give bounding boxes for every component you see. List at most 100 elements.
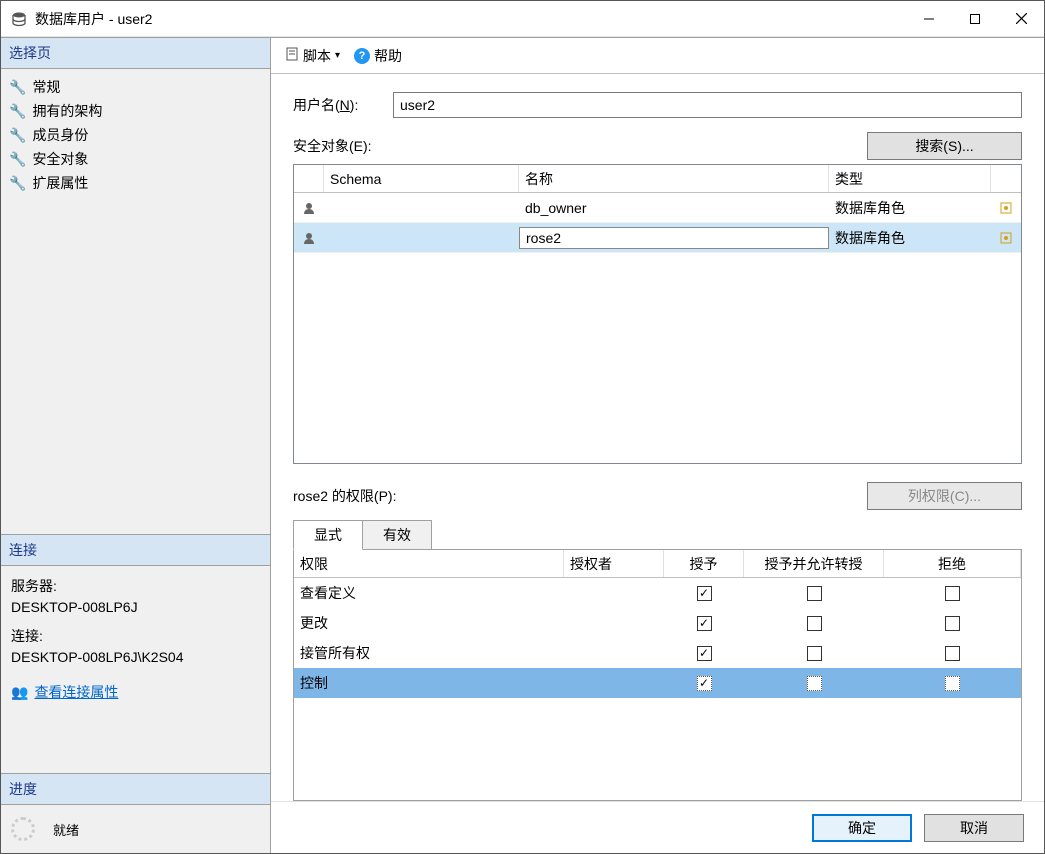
maximize-button[interactable] — [952, 1, 998, 37]
page-securables[interactable]: 🔧安全对象 — [9, 147, 262, 171]
deny-checkbox[interactable] — [945, 616, 960, 631]
col-grant[interactable]: 授予 — [664, 550, 744, 577]
deny-checkbox[interactable] — [945, 646, 960, 661]
securables-grid-header: Schema 名称 类型 — [294, 165, 1021, 193]
dropdown-arrow-icon: ▾ — [335, 50, 340, 61]
wrench-icon: 🔧 — [9, 151, 26, 168]
col-type[interactable]: 类型 — [829, 165, 991, 192]
server-label: 服务器: — [11, 576, 260, 597]
page-general[interactable]: 🔧常规 — [9, 75, 262, 99]
sidebar-gap — [1, 713, 270, 773]
username-label: 用户名(N): — [293, 95, 393, 115]
permissions-area: rose2 的权限(P): 列权限(C)... 显式 有效 权限 授权者 — [293, 482, 1022, 801]
connection-value: DESKTOP-008LP6J\K2S04 — [11, 647, 260, 668]
progress-status: 就绪 — [53, 820, 79, 839]
permissions-label: rose2 的权限(P): — [293, 486, 867, 506]
deny-checkbox[interactable] — [945, 586, 960, 601]
permission-row[interactable]: 查看定义✓ — [294, 578, 1021, 608]
script-button[interactable]: 脚本 ▾ — [281, 44, 344, 68]
permission-row[interactable]: 接管所有权 ✓ — [294, 638, 1021, 668]
col-grantor[interactable]: 授权者 — [564, 550, 664, 577]
securable-row[interactable]: db_owner 数据库角色 — [294, 193, 1021, 223]
cancel-button[interactable]: 取消 — [924, 814, 1024, 842]
dialog-footer: 确定 取消 — [271, 801, 1044, 853]
property-icon — [991, 199, 1021, 217]
column-permissions-button: 列权限(C)... — [867, 482, 1022, 510]
col-permission[interactable]: 权限 — [294, 550, 564, 577]
script-icon — [285, 47, 299, 64]
wrench-icon: 🔧 — [9, 175, 26, 192]
search-button[interactable]: 搜索(S)... — [867, 132, 1022, 160]
wrench-icon: 🔧 — [9, 127, 26, 144]
grant-checkbox[interactable]: ✓ — [697, 616, 712, 631]
permission-row[interactable]: 控制 ✓ — [294, 668, 1021, 698]
window-controls — [906, 1, 1044, 37]
securables-grid[interactable]: Schema 名称 类型 db_owner 数据库角色 — [293, 164, 1022, 464]
permission-rows: 查看定义✓ 更改 ✓ 接管所有权 ✓ 控制 ✓ — [294, 578, 1021, 698]
server-value: DESKTOP-008LP6J — [11, 597, 260, 618]
wrench-icon: 🔧 — [9, 79, 26, 96]
close-button[interactable] — [998, 1, 1044, 37]
permissions-grid: 权限 授权者 授予 授予并允许转授 拒绝 查看定义✓ 更改 ✓ 接管所有权 ✓ 控制 ✓ — [293, 549, 1022, 801]
securable-row[interactable]: rose2 数据库角色 — [294, 223, 1021, 253]
permissions-grid-header: 权限 授权者 授予 授予并允许转授 拒绝 — [294, 550, 1021, 578]
with-grant-checkbox[interactable] — [807, 616, 822, 631]
progress-body: 就绪 — [1, 805, 270, 853]
content-area: 用户名(N): 安全对象(E): 搜索(S)... Schema — [271, 74, 1044, 801]
main-panel: 脚本 ▾ ? 帮助 用户名(N): 安全对象(E): — [271, 38, 1044, 853]
sidebar: 选择页 🔧常规 🔧拥有的架构 🔧成员身份 🔧安全对象 🔧扩展属性 连接 服务器:… — [1, 38, 271, 853]
window-title: 数据库用户 - user2 — [35, 9, 906, 29]
perm-grantor — [564, 621, 664, 625]
with-grant-checkbox[interactable] — [807, 586, 822, 601]
help-button[interactable]: ? 帮助 — [350, 44, 406, 68]
grant-checkbox[interactable]: ✓ — [697, 586, 712, 601]
grant-checkbox[interactable]: ✓ — [697, 676, 712, 691]
page-extended-properties[interactable]: 🔧扩展属性 — [9, 171, 262, 195]
col-deny[interactable]: 拒绝 — [884, 550, 1021, 577]
tab-explicit[interactable]: 显式 — [293, 520, 363, 550]
tab-effective[interactable]: 有效 — [362, 520, 432, 550]
permission-row[interactable]: 更改 ✓ — [294, 608, 1021, 638]
ok-button[interactable]: 确定 — [812, 814, 912, 842]
page-owned-schemas[interactable]: 🔧拥有的架构 — [9, 99, 262, 123]
view-connection-link[interactable]: 查看连接属性 — [34, 682, 118, 703]
perm-grantor — [564, 651, 664, 655]
with-grant-checkbox[interactable] — [807, 676, 822, 691]
page-list: 🔧常规 🔧拥有的架构 🔧成员身份 🔧安全对象 🔧扩展属性 — [1, 69, 270, 201]
deny-checkbox[interactable] — [945, 676, 960, 691]
minimize-button[interactable] — [906, 1, 952, 37]
permissions-header-row: rose2 的权限(P): 列权限(C)... — [293, 482, 1022, 510]
dialog-body: 选择页 🔧常规 🔧拥有的架构 🔧成员身份 🔧安全对象 🔧扩展属性 连接 服务器:… — [1, 37, 1044, 853]
perm-name: 更改 — [294, 611, 564, 635]
dialog-window: 数据库用户 - user2 选择页 🔧常规 🔧拥有的架构 🔧成员身份 🔧安全对象… — [0, 0, 1045, 854]
permission-tabs: 显式 有效 — [293, 520, 1022, 550]
securables-label: 安全对象(E): — [293, 136, 867, 156]
progress-header: 进度 — [1, 773, 270, 805]
perm-name: 控制 — [294, 671, 564, 695]
database-icon — [11, 11, 27, 27]
col-with-grant[interactable]: 授予并允许转授 — [744, 550, 884, 577]
people-icon: 👥 — [11, 682, 28, 703]
toolbar: 脚本 ▾ ? 帮助 — [271, 38, 1044, 74]
progress-spinner-icon — [11, 817, 35, 841]
sidebar-spacer — [1, 201, 270, 534]
perm-name: 接管所有权 — [294, 641, 564, 665]
view-connection-properties[interactable]: 👥 查看连接属性 — [11, 682, 260, 703]
role-icon — [294, 199, 324, 217]
securables-header-row: 安全对象(E): 搜索(S)... — [293, 132, 1022, 160]
username-row: 用户名(N): — [293, 92, 1022, 118]
col-name[interactable]: 名称 — [519, 165, 829, 192]
titlebar: 数据库用户 - user2 — [1, 1, 1044, 37]
select-page-header: 选择页 — [1, 38, 270, 69]
with-grant-checkbox[interactable] — [807, 646, 822, 661]
connection-info: 服务器: DESKTOP-008LP6J 连接: DESKTOP-008LP6J… — [1, 566, 270, 713]
col-schema[interactable]: Schema — [324, 165, 519, 192]
role-icon — [294, 229, 324, 247]
grant-checkbox[interactable]: ✓ — [697, 646, 712, 661]
username-input[interactable] — [393, 92, 1022, 118]
help-icon: ? — [354, 48, 370, 64]
perm-grantor — [564, 591, 664, 595]
perm-grantor — [564, 681, 664, 685]
connection-header: 连接 — [1, 534, 270, 566]
page-membership[interactable]: 🔧成员身份 — [9, 123, 262, 147]
